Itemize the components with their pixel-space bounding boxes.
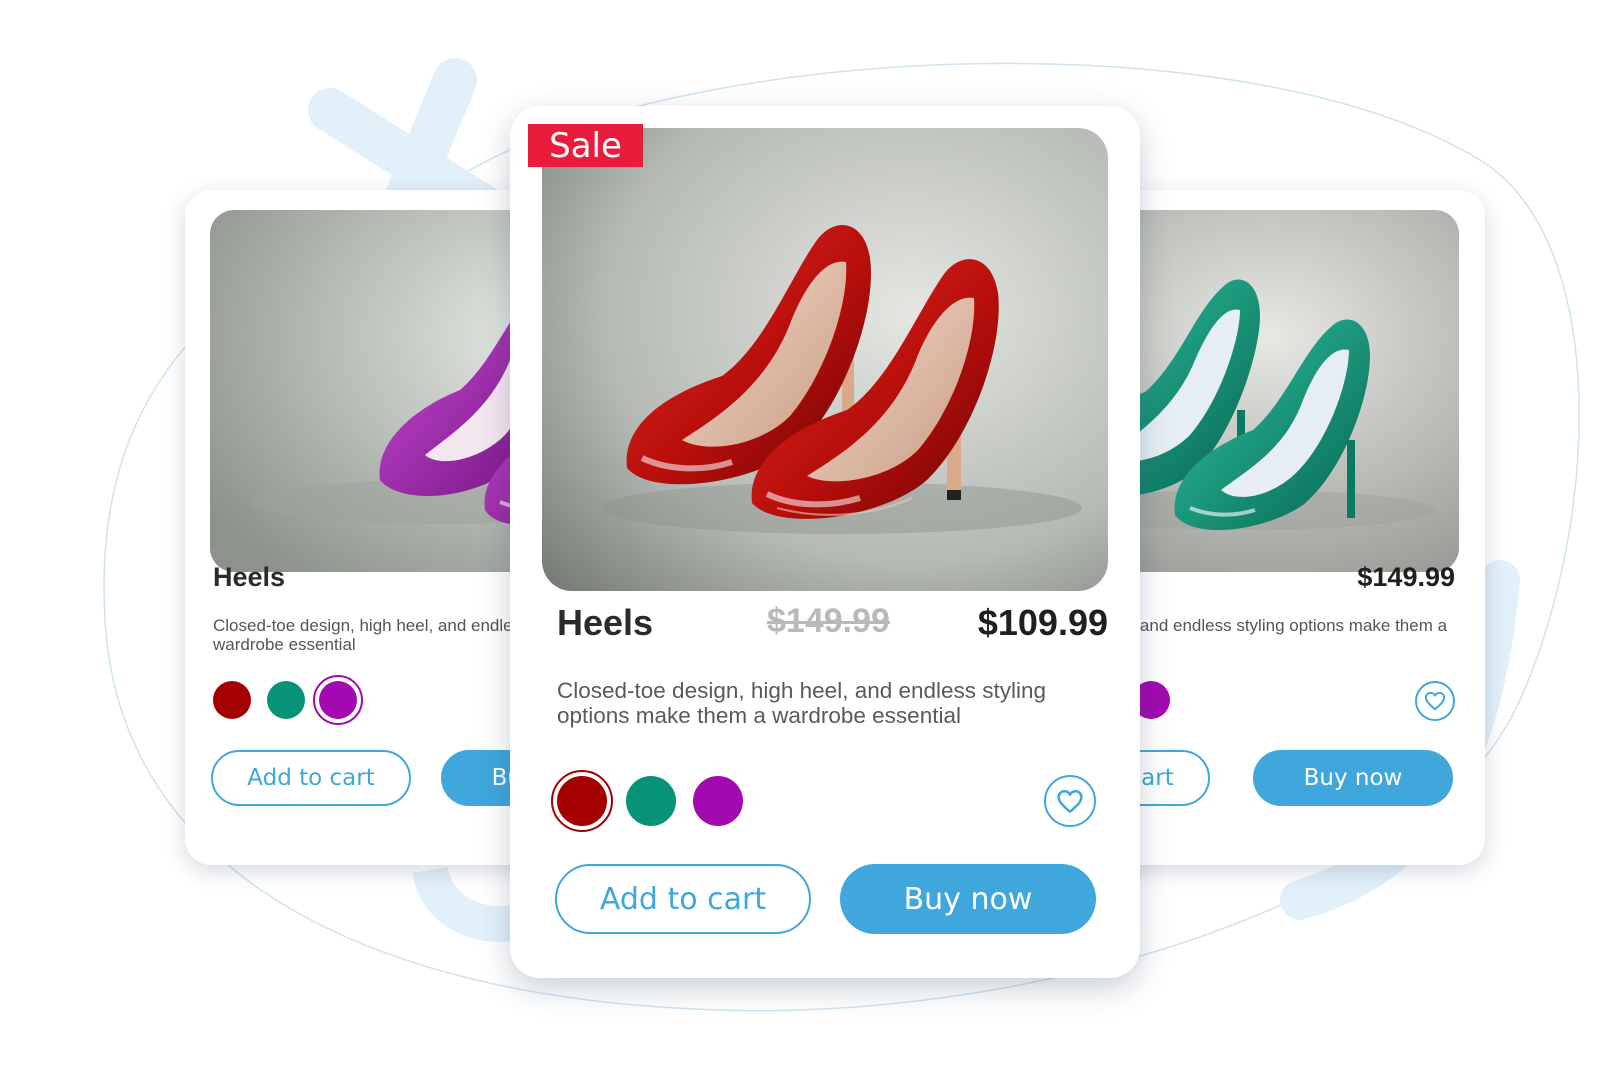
color-swatch-purple[interactable] — [313, 675, 363, 725]
color-swatch-purple[interactable] — [693, 776, 743, 826]
favorite-button[interactable] — [1415, 681, 1455, 721]
sale-price: $109.99 — [977, 602, 1108, 643]
buy-now-button[interactable]: Buy now — [840, 864, 1096, 934]
heart-icon — [1057, 789, 1083, 813]
sale-badge: Sale — [528, 124, 643, 167]
product-title: Heels — [213, 562, 286, 592]
color-swatch-teal[interactable] — [267, 681, 305, 719]
color-swatch-red[interactable] — [213, 681, 251, 719]
add-to-cart-button[interactable]: Add to cart — [211, 750, 411, 806]
color-swatch-red[interactable] — [551, 770, 613, 832]
product-description: Closed-toe design, high heel, and endles… — [557, 678, 1047, 729]
add-to-cart-button[interactable]: Add to cart — [555, 864, 811, 934]
heart-icon — [1424, 691, 1446, 711]
favorite-button[interactable] — [1044, 775, 1096, 827]
product-price: $149.99 — [1357, 562, 1455, 592]
product-card-featured[interactable]: Sale Heels $149.99 $109.99 Closed-toe de… — [510, 106, 1140, 978]
original-price: $149.99 — [767, 602, 890, 640]
product-image-red-heels[interactable] — [542, 128, 1108, 591]
product-title: Heels — [557, 602, 654, 643]
buy-now-button[interactable]: Buy now — [1253, 750, 1453, 806]
red-heels-icon — [542, 128, 1108, 591]
color-swatch-teal[interactable] — [626, 776, 676, 826]
